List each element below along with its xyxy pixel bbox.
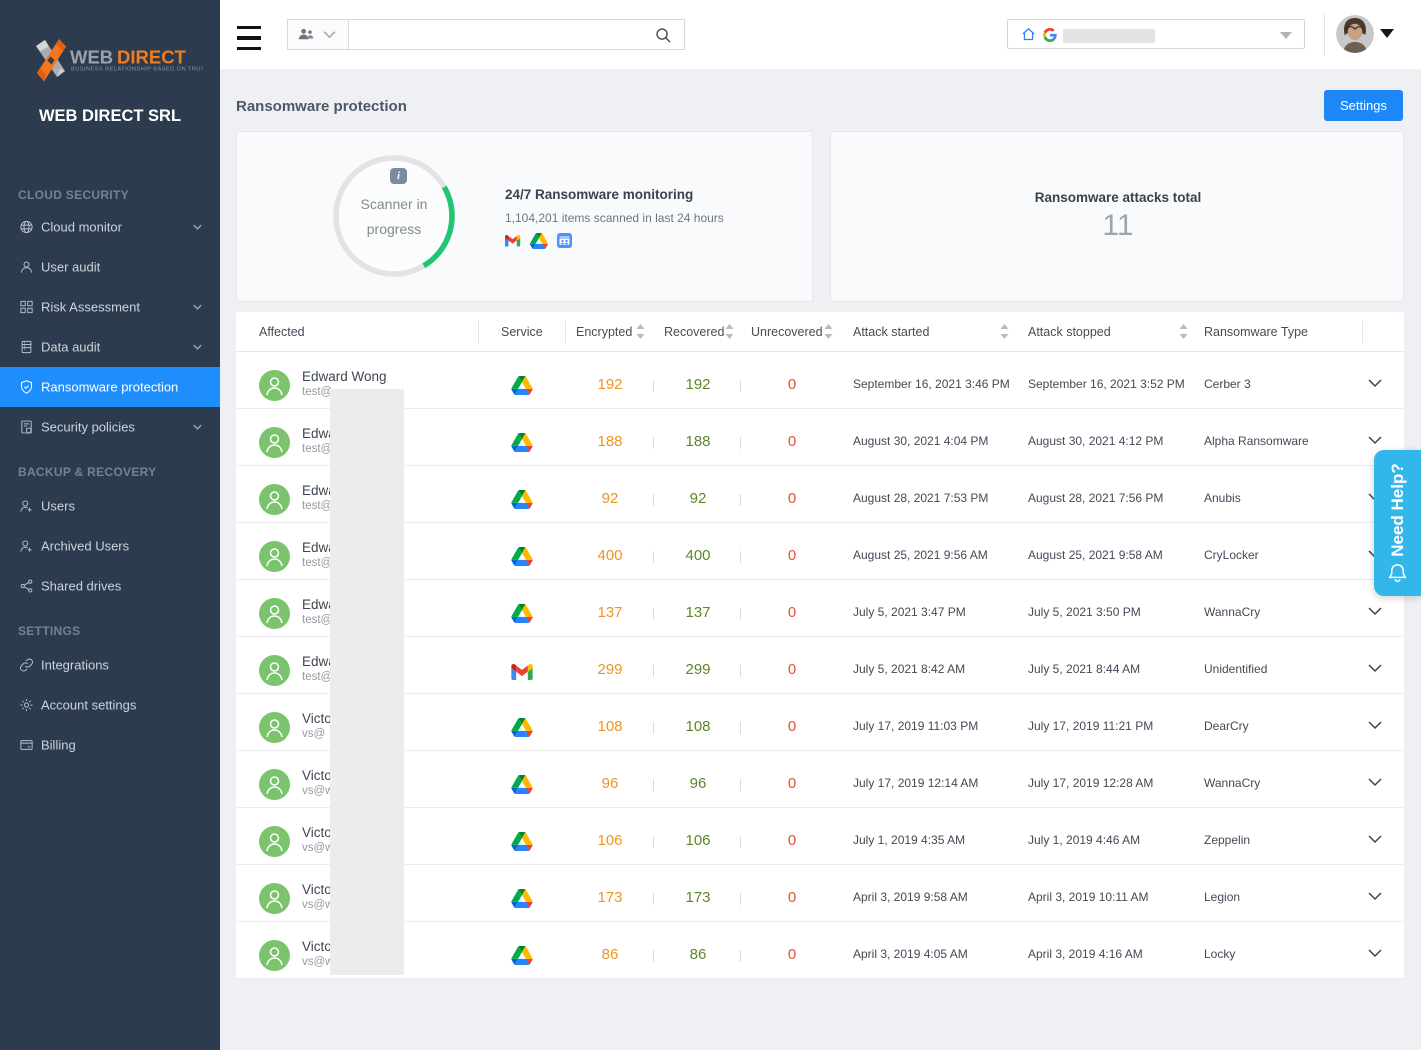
svg-text:BUSINESS RELATIONSHIP BASED ON: BUSINESS RELATIONSHIP BASED ON TRUST — [71, 67, 203, 73]
svg-text:DIRECT: DIRECT — [117, 47, 187, 68]
svg-text:WEB: WEB — [70, 47, 113, 68]
